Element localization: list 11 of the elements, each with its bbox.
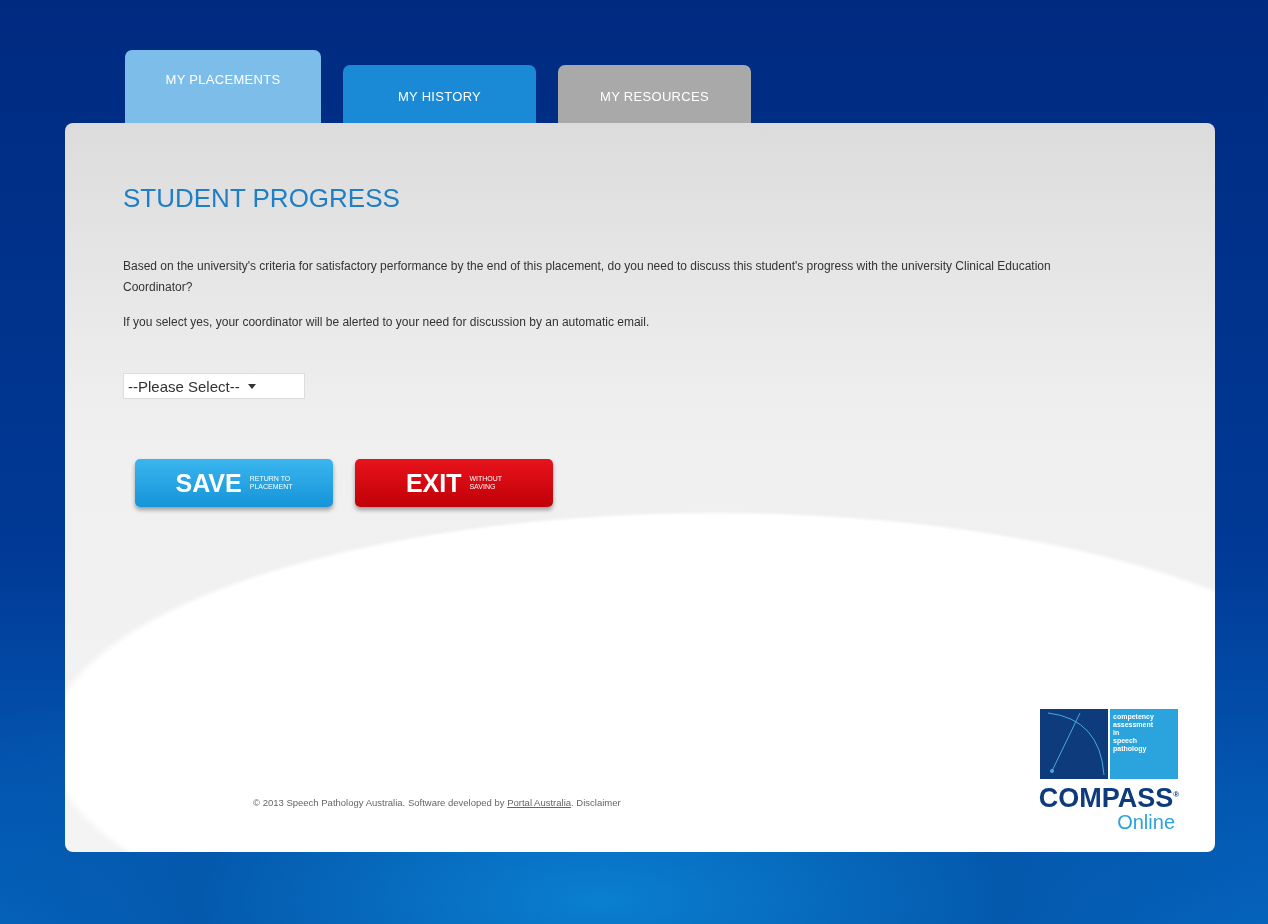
instruction-text: If you select yes, your coordinator will be alerted to your need for discussion by an automatic email. xyxy=(123,314,651,331)
page-heading: STUDENT PROGRESS xyxy=(123,183,401,214)
dropdown-select[interactable]: --Please Select-- xyxy=(123,373,305,399)
logo-subtitle: Online xyxy=(1117,812,1175,832)
disclaimer-link[interactable]: Disclaimer xyxy=(576,797,621,808)
compass-arc-icon xyxy=(1040,709,1108,779)
instruction-text: Based on the university's criteria for satisfactory performance by the end of this placement, do you need to discuss this student's progress with the university Clinical Education Coordinator? xyxy=(123,258,1052,296)
tab[interactable]: MY HISTORY xyxy=(343,65,536,123)
logo-name: COMPASS$^{®}$ xyxy=(1038,782,1180,812)
copyright-text: © 2013 Speech Pathology Australia. Software developed by Portal Australia. Disclaimer xyxy=(253,797,621,808)
caret-icon xyxy=(247,383,256,389)
